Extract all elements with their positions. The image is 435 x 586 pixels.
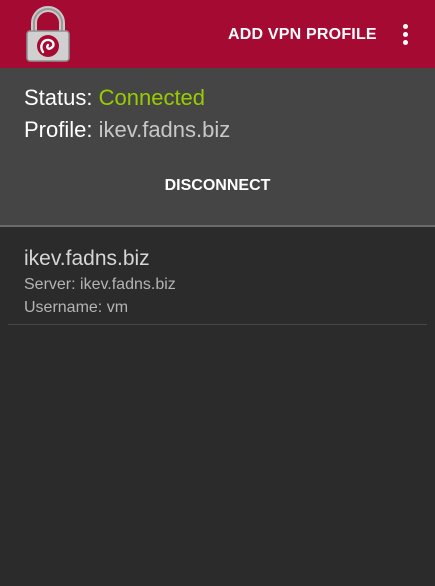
profile-value: ikev.fadns.biz	[98, 117, 231, 142]
padlock-icon	[24, 6, 72, 62]
more-vert-icon[interactable]	[394, 20, 418, 50]
profile-name: ikev.fadns.biz	[24, 247, 150, 270]
connection-status-panel: Status: Connected Profile: ikev.fadns.bi…	[0, 68, 435, 225]
profile-label: Profile:	[24, 117, 93, 142]
status-row: Status: Connected	[24, 84, 205, 112]
profile-username: Username: vm	[24, 299, 129, 316]
disconnect-button[interactable]: DISCONNECT	[0, 174, 435, 198]
add-vpn-profile-button[interactable]: ADD VPN PROFILE	[228, 22, 377, 48]
status-value: Connected	[98, 85, 206, 110]
profile-server: Server: ikev.fadns.biz	[24, 276, 176, 293]
vpn-profile-list-item[interactable]: ikev.fadns.biz Server: ikev.fadns.biz Us…	[0, 227, 435, 325]
profile-row: Profile: ikev.fadns.biz	[24, 116, 230, 144]
list-divider	[8, 324, 427, 325]
app-bar: ADD VPN PROFILE	[0, 0, 435, 68]
status-label: Status:	[24, 85, 93, 110]
